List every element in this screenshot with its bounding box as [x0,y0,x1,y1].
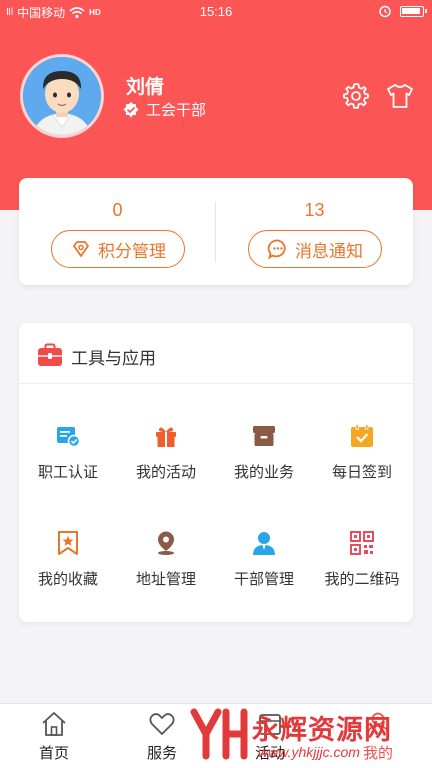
archive-box-icon [253,426,275,446]
stats-card: 0 积分管理 13 消息通知 [19,178,413,285]
role-label: 工会干部 [146,102,207,119]
tool-my-activities[interactable]: 我的活动 [117,423,215,503]
tab-label: 首页 [38,745,69,762]
tool-daily-checkin[interactable]: 每日签到 [313,423,411,503]
settings-gear-icon[interactable] [342,82,370,110]
status-bar: Ⅱl 中国移动 HD 15:16 [0,0,432,24]
points-stat: 0 积分管理 [19,178,216,285]
bookmark-star-icon [58,531,78,555]
points-management-button[interactable]: 积分管理 [51,230,185,268]
gift-icon [156,427,176,447]
tool-label: 我的二维码 [324,571,400,588]
toolbox-icon [38,343,62,366]
watermark-url: www.yhkjjjc.com [258,744,360,760]
tool-label: 职工认证 [37,464,98,481]
tool-label: 每日签到 [331,464,392,481]
messages-stat: 13 消息通知 [216,178,413,285]
message-notification-label: 消息通知 [295,241,363,261]
tools-title: 工具与应用 [71,349,156,368]
battery-icon [400,5,427,17]
home-icon [42,712,66,736]
tool-my-favorites[interactable]: 我的收藏 [19,530,117,610]
heart-icon [149,713,175,735]
tool-label: 我的活动 [135,464,196,481]
tool-my-business[interactable]: 我的业务 [215,423,313,503]
tools-header: 工具与应用 [19,323,413,384]
location-pin-icon [158,531,174,555]
certification-icon [57,427,81,448]
status-time: 15:16 [199,4,233,19]
watermark-overlay: 永辉资源网 www.yhkjjjc.com [188,706,432,764]
verified-badge-icon [123,101,139,117]
tab-home[interactable]: 首页 [0,710,108,763]
watermark-logo [190,708,248,760]
tool-label: 我的业务 [233,464,294,481]
message-notification-button[interactable]: 消息通知 [248,230,382,268]
user-name: 刘倩 [126,77,165,98]
alarm-icon [379,5,391,18]
tool-label: 地址管理 [135,571,196,588]
diamond-icon [73,241,89,257]
tool-employee-certification[interactable]: 职工认证 [19,423,117,503]
calendar-check-icon [351,424,373,447]
tool-address-management[interactable]: 地址管理 [117,530,215,610]
tools-card: 工具与应用 职工认证 我的活动 我的业务 每日签到 我的收藏 地址管理 干部管理… [19,323,413,622]
points-management-label: 积分管理 [98,241,166,261]
avatar[interactable] [20,54,104,138]
tool-cadre-management[interactable]: 干部管理 [215,530,313,610]
messages-count: 13 [304,200,325,220]
tool-label: 干部管理 [233,571,294,588]
tool-label: 我的收藏 [37,571,98,588]
shirt-skin-icon[interactable] [386,82,414,110]
status-right [378,4,427,18]
user-role: 工会干部 [122,99,206,120]
qr-code-icon [350,531,374,555]
person-icon [253,532,275,555]
points-count: 0 [112,200,123,220]
chat-bubble-icon [267,239,286,260]
tool-my-qr-code[interactable]: 我的二维码 [313,530,411,610]
watermark-brand: 永辉资源网 [252,715,392,745]
avatar-illustration [23,57,101,135]
